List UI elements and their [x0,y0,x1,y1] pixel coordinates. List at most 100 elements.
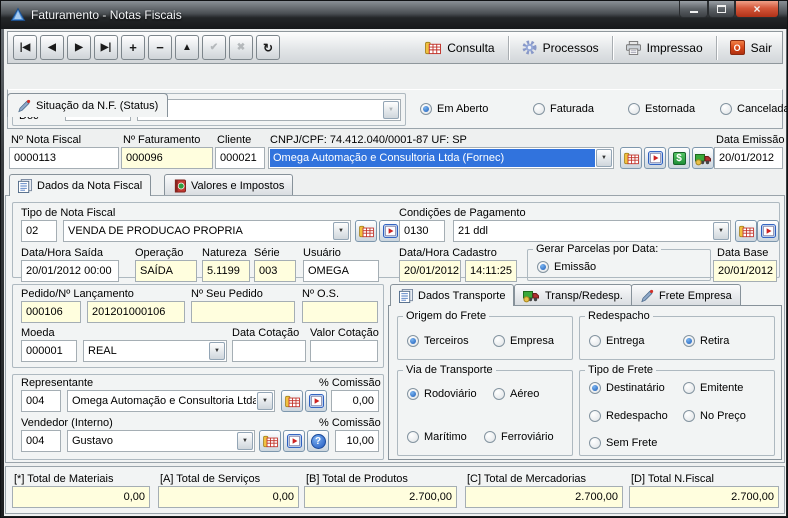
cliente-lookup-button[interactable] [620,147,642,169]
radio-empresa[interactable]: Empresa [493,335,554,347]
radio-icon[interactable] [493,335,505,347]
radio-icon[interactable] [407,335,419,347]
nf-field[interactable]: 0000113 [9,147,119,169]
cliente-combo[interactable]: Omega Automação e Consultoria Ltda (Forn… [268,147,614,169]
cadastro-time-field[interactable]: 14:11:25 [465,260,517,282]
chevron-down-icon[interactable]: ▼ [596,149,612,167]
radio-icon[interactable] [407,388,419,400]
pagamento-combo[interactable]: 21 ddl ▼ [453,220,731,242]
tab-dados-transporte[interactable]: Dados Transporte [390,284,514,306]
radio-destinatario[interactable]: Destinatário [589,382,665,394]
radio-ferroviario[interactable]: Ferroviário [484,431,554,443]
chevron-down-icon[interactable]: ▼ [383,101,399,119]
radio-entrega[interactable]: Entrega [589,335,645,347]
faturamento-field[interactable]: 000096 [121,147,213,169]
radio-aereo[interactable]: Aéreo [493,388,539,400]
radio-icon[interactable] [683,335,695,347]
tab-valores-impostos[interactable]: Valores e Impostos [164,174,293,196]
nav-insert-button[interactable]: + [121,35,145,60]
radio-icon[interactable] [420,103,432,115]
pagamento-lookup-button[interactable] [735,220,757,242]
nav-confirm-button[interactable]: ✔ [202,35,226,60]
radio-icon[interactable] [533,103,545,115]
radio-no-preco[interactable]: No Preço [683,410,746,422]
nav-delete-button[interactable]: − [148,35,172,60]
radio-estornada[interactable]: Estornada [628,103,695,115]
radio-parcelas-emissao[interactable]: Emissão [537,261,596,273]
radio-icon[interactable] [537,261,549,273]
rep-comissao-field[interactable]: 0,00 [331,390,379,412]
radio-em-aberto[interactable]: Em Aberto [420,103,488,115]
radio-icon[interactable] [484,431,496,443]
impressao-button[interactable]: Impressao [622,41,707,55]
tab-transp-redesp[interactable]: Transp/Redesp. [514,284,632,306]
radio-icon[interactable] [407,431,419,443]
consulta-button[interactable]: Consulta [421,41,498,55]
nav-prev-button[interactable]: ◀ [40,35,64,60]
radio-terceiros[interactable]: Terceiros [407,335,469,347]
radio-icon[interactable] [589,410,601,422]
chevron-down-icon[interactable]: ▼ [257,392,273,410]
cliente-transporte-button[interactable] [692,147,714,169]
seu-pedido-field[interactable] [191,301,295,323]
usuario-field[interactable]: OMEGA [303,260,379,282]
serie-field[interactable]: 003 [254,260,296,282]
close-button[interactable]: × [735,1,779,18]
situacao-desc-combo[interactable]: ▼ [137,99,401,121]
radio-icon[interactable] [628,103,640,115]
chevron-down-icon[interactable]: ▼ [209,342,225,360]
tipo-nf-code-field[interactable]: 02 [21,220,57,242]
radio-icon[interactable] [589,382,601,394]
vendedor-open-button[interactable] [283,430,305,452]
tab-dados-nota-fiscal[interactable]: Dados da Nota Fiscal [9,174,151,196]
data-cotacao-field[interactable] [232,340,306,362]
representante-code-field[interactable]: 004 [21,390,61,412]
nav-first-button[interactable]: |◀ [13,35,37,60]
representante-lookup-button[interactable] [281,390,303,412]
radio-icon[interactable] [589,437,601,449]
radio-faturada[interactable]: Faturada [533,103,594,115]
radio-redespacho-frete[interactable]: Redespacho [589,410,668,422]
valor-cotacao-field[interactable] [310,340,378,362]
representante-open-button[interactable] [305,390,327,412]
radio-rodoviario[interactable]: Rodoviário [407,388,477,400]
representante-combo[interactable]: Omega Automação e Consultoria Ltda ▼ [67,390,275,412]
cliente-financeiro-button[interactable]: $ [668,147,690,169]
radio-cancelada[interactable]: Cancelada [720,103,788,115]
radio-icon[interactable] [493,388,505,400]
moeda-code-field[interactable]: 000001 [21,340,77,362]
tipo-nf-combo[interactable]: VENDA DE PRODUCAO PROPRIA ▼ [63,220,351,242]
pagamento-code-field[interactable]: 0130 [399,220,445,242]
nav-edit-button[interactable]: ▲ [175,35,199,60]
minimize-button[interactable] [679,1,708,18]
radio-icon[interactable] [683,410,695,422]
pedido-field[interactable]: 000106 [21,301,81,323]
cliente-open-button[interactable] [644,147,666,169]
cliente-field[interactable]: 000021 [215,147,265,169]
cadastro-date-field[interactable]: 20/01/2012 [399,260,461,282]
moeda-combo[interactable]: REAL ▼ [83,340,227,362]
sair-button[interactable]: O Sair [726,40,776,55]
chevron-down-icon[interactable]: ▼ [237,432,253,450]
natureza-field[interactable]: 5.1199 [202,260,250,282]
radio-icon[interactable] [683,382,695,394]
radio-icon[interactable] [589,335,601,347]
nav-refresh-button[interactable]: ↻ [256,35,280,60]
vendedor-code-field[interactable]: 004 [21,430,61,452]
radio-icon[interactable] [720,103,732,115]
radio-sem-frete[interactable]: Sem Frete [589,437,657,449]
radio-maritimo[interactable]: Marítimo [407,431,467,443]
tipo-nf-open-button[interactable] [379,220,401,242]
os-field[interactable] [302,301,378,323]
vendedor-combo[interactable]: Gustavo ▼ [67,430,255,452]
emissao-field[interactable]: 20/01/2012 [714,147,783,169]
pagamento-open-button[interactable] [757,220,779,242]
tab-frete-empresa[interactable]: Frete Empresa [631,284,741,306]
saida-field[interactable]: 20/01/2012 00:00 [21,260,119,282]
lancamento-field[interactable]: 201201000106 [87,301,185,323]
tab-situacao-nf[interactable]: Situação da N.F. (Status) [7,93,168,117]
operacao-field[interactable]: SAÍDA [135,260,197,282]
vendedor-lookup-button[interactable] [259,430,281,452]
nav-last-button[interactable]: ▶| [94,35,118,60]
nav-next-button[interactable]: ▶ [67,35,91,60]
